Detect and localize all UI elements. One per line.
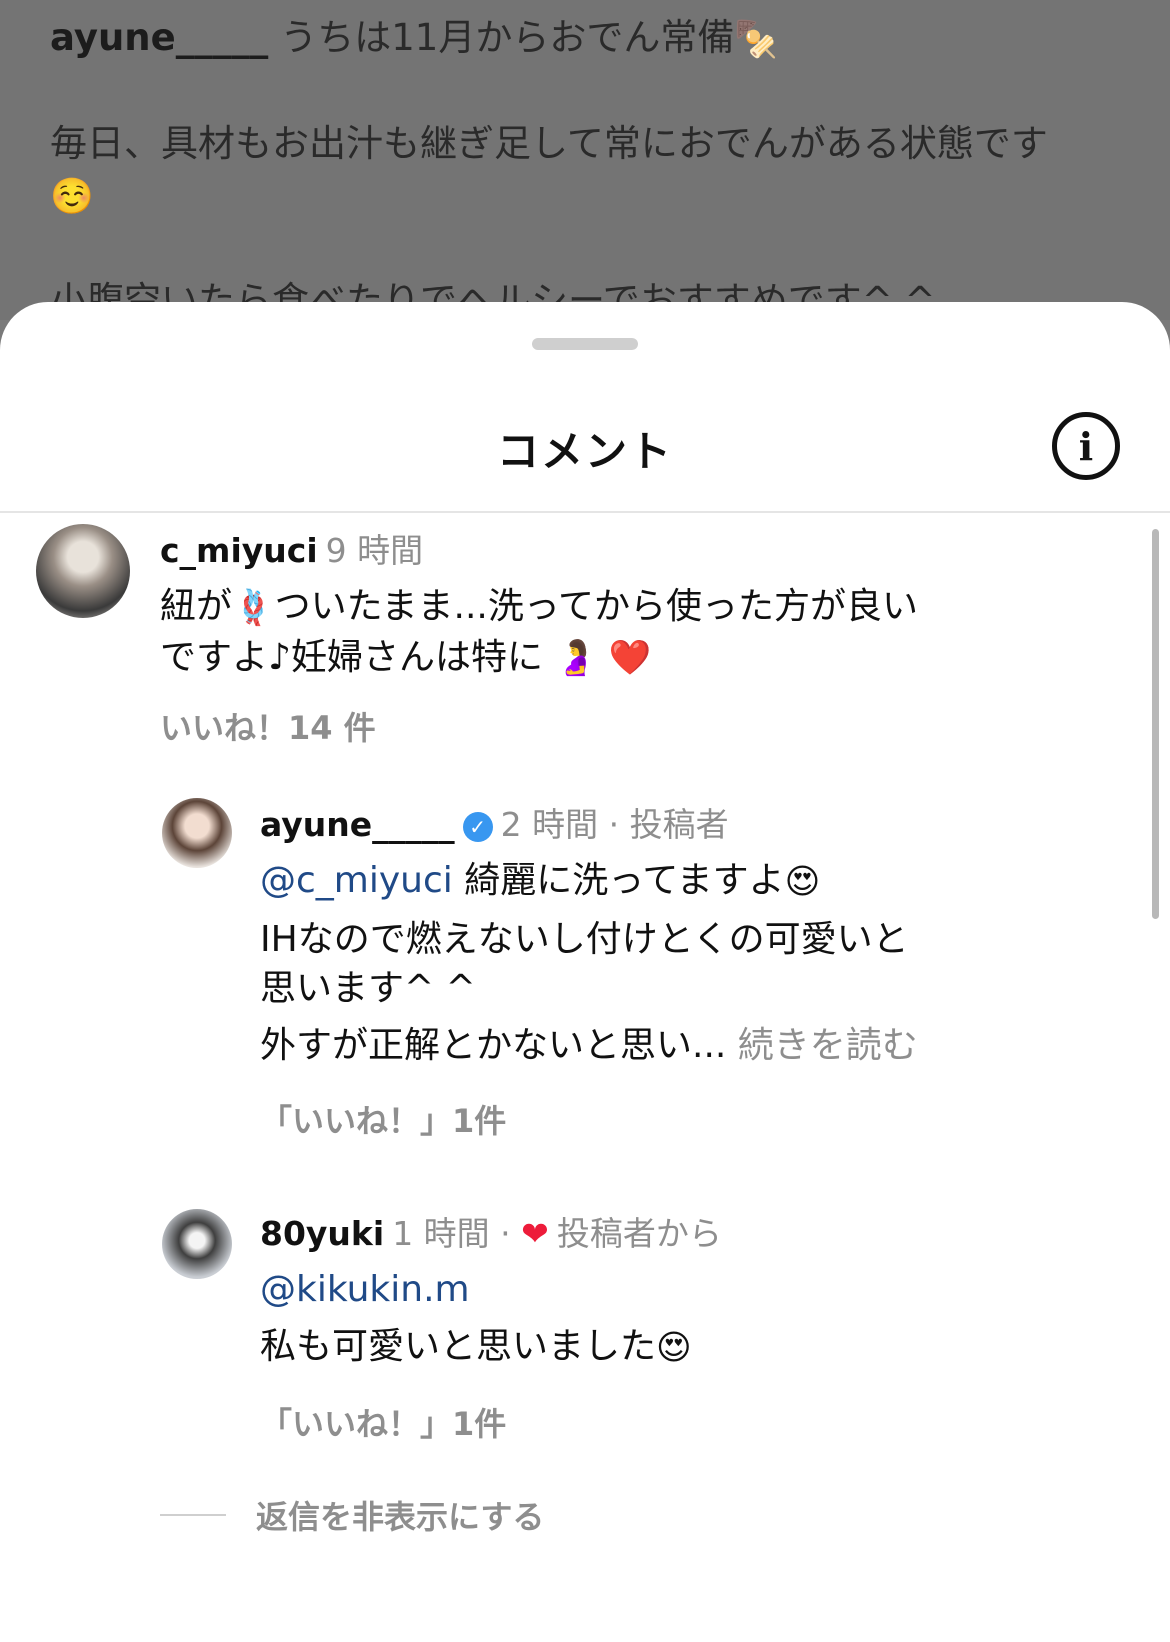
reply-text-4: 外すが正解とかないと思い... (260, 1024, 727, 1066)
post-line-1: うちは11月からおでん常備 (280, 16, 735, 59)
liked-by-author-label: 投稿者から (556, 1214, 722, 1253)
reply-likes[interactable]: 「いいね！」1件 (260, 1096, 1120, 1142)
comment-likes[interactable]: いいね！14 件 (160, 703, 1080, 749)
reply-text-1: 綺麗に洗ってますよ (452, 860, 785, 901)
liked-by-author-heart-icon: ❤ (521, 1214, 549, 1253)
hide-replies-label: 返信を非表示にする (256, 1498, 545, 1536)
oden-emoji: 🍢 (734, 18, 779, 60)
reply-header: 80yuki 1 時間 · ❤ 投稿者から (260, 1207, 1120, 1255)
reply-text-3: 思います^ ^ (260, 967, 476, 1009)
comments-sheet: コメント i c_miyuci 9 時間 紐が🪢ついたまま...洗ってから使った方… (0, 302, 1170, 1642)
hide-replies-button[interactable]: 返信を非表示にする (160, 1492, 544, 1538)
mention-link[interactable]: @kikukin.m (260, 1269, 470, 1310)
verified-badge-icon: ✓ (462, 811, 493, 842)
avatar[interactable] (36, 524, 130, 618)
background-post: ayune_____ うちは11月からおでん常備🍢 毎日、具材もお出汁も継ぎ足して… (0, 0, 1170, 320)
reply-meta: 2 時間 · 投稿者 (500, 805, 729, 844)
knot-emoji: 🪢 (232, 587, 275, 628)
scrollbar[interactable] (1152, 529, 1159, 919)
reply-likes[interactable]: 「いいね！」1件 (260, 1399, 1120, 1445)
post-line-2: 毎日、具材もお出汁も継ぎ足して常におでんがある状態です (50, 121, 1048, 165)
mention-link[interactable]: @c_miyuci (260, 860, 453, 901)
heart-emoji: ❤️ (608, 638, 652, 678)
reply-text-2: IHなので燃えないし付けとくの可愛いと (260, 918, 909, 960)
sheet-title: コメント (496, 427, 673, 476)
comment-text-2: ついたまま...洗ってから使った方が良い (274, 586, 919, 627)
reply-body: @kikukin.m 私も可愛いと思いました😍 (260, 1265, 1120, 1373)
comment-body: 紐が🪢ついたまま...洗ってから使った方が良い ですよ♪妊婦さんは特に 🤰 ❤️ (160, 582, 1080, 683)
heart-eyes-emoji: 😍 (784, 861, 821, 902)
pregnant-emoji: 🤰 (554, 638, 598, 678)
reply-text-1: 私も可愛いと思いました (260, 1326, 657, 1367)
info-icon[interactable]: i (1052, 412, 1120, 480)
read-more-link[interactable]: 続きを読む (738, 1025, 918, 1066)
reply-username[interactable]: 80yuki (260, 1214, 384, 1253)
avatar[interactable] (162, 798, 232, 868)
comment-time: 9 時間 (325, 531, 424, 570)
comment-text-3: ですよ♪妊婦さんは特に (160, 636, 543, 678)
heart-eyes-emoji: 😍 (656, 1327, 692, 1368)
hide-replies-divider (160, 1514, 226, 1516)
comment-username[interactable]: c_miyuci (160, 531, 318, 570)
reply-time: 1 時間 · (392, 1214, 511, 1253)
avatar[interactable] (162, 1209, 232, 1279)
comment-text-1: 紐が (160, 586, 233, 627)
reply-body: @c_miyuci 綺麗に洗ってますよ😍 IHなので燃えないし付けとくの可愛いと… (260, 856, 1120, 1070)
reply-username[interactable]: ayune_____ (260, 805, 455, 844)
header-divider (0, 511, 1170, 513)
comment-header: c_miyuci 9 時間 (160, 524, 1080, 572)
post-username: ayune_____ (50, 16, 269, 59)
smile-emoji: ☺️ (50, 176, 94, 217)
sheet-grabber[interactable] (532, 338, 638, 350)
reply-header: ayune_____ ✓ 2 時間 · 投稿者 (260, 798, 1120, 846)
